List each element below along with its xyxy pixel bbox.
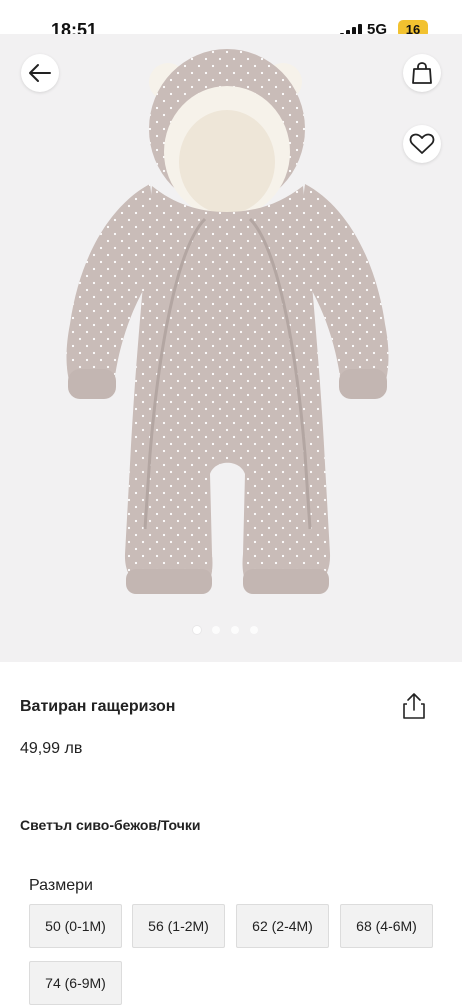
product-image-carousel[interactable] xyxy=(0,34,462,662)
status-bar: 18:51 5G 16 xyxy=(0,0,462,40)
favorite-button[interactable] xyxy=(403,125,441,163)
product-color: Светъл сиво-бежов/Точки xyxy=(20,817,201,833)
carousel-dot[interactable] xyxy=(250,626,258,634)
product-image xyxy=(66,49,389,594)
size-option[interactable]: 56 (1-2M) xyxy=(132,904,225,948)
sizes-heading: Размери xyxy=(29,877,93,894)
carousel-dots xyxy=(193,626,258,634)
size-option[interactable]: 50 (0-1M) xyxy=(29,904,122,948)
heart-icon xyxy=(409,133,435,154)
share-button[interactable] xyxy=(398,689,430,723)
share-icon xyxy=(403,693,425,719)
carousel-dot[interactable] xyxy=(231,626,239,634)
size-option[interactable]: 68 (4-6M) xyxy=(340,904,433,948)
arrow-left-icon xyxy=(29,64,51,82)
shopping-bag-icon xyxy=(412,62,432,84)
product-title: Ватиран гащеризон xyxy=(20,698,176,715)
carousel-dot-active[interactable] xyxy=(193,626,201,634)
carousel-dot[interactable] xyxy=(212,626,220,634)
back-button[interactable] xyxy=(21,54,59,92)
size-option[interactable]: 74 (6-9M) xyxy=(29,961,122,1005)
product-price: 49,99 лв xyxy=(20,740,83,757)
shopping-bag-button[interactable] xyxy=(403,54,441,92)
size-option[interactable]: 62 (2-4M) xyxy=(236,904,329,948)
